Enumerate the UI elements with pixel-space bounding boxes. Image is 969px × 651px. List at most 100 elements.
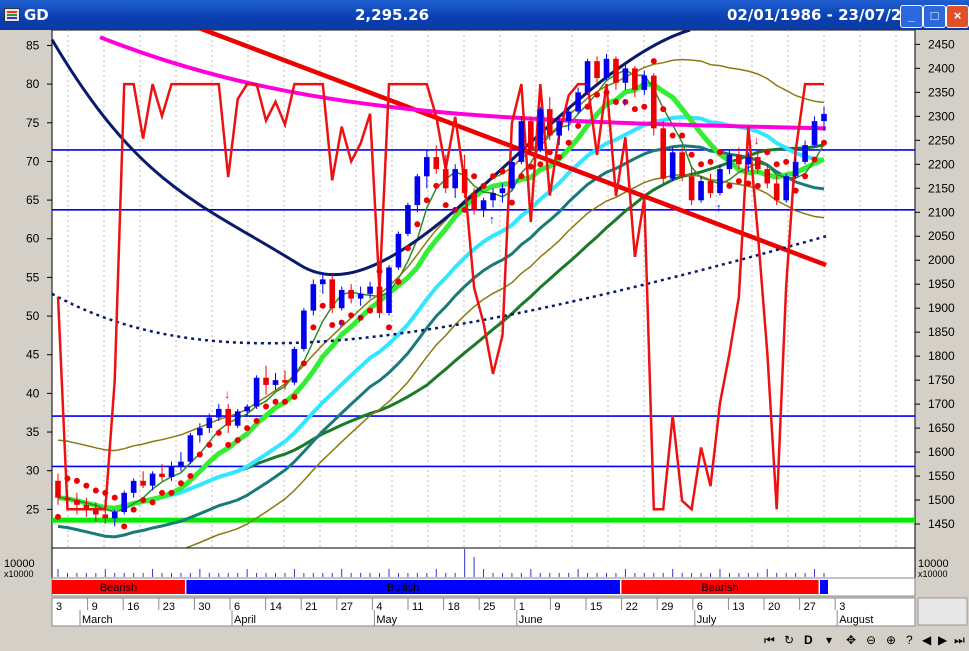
- right-tick-label: 1850: [928, 325, 955, 339]
- candle-body: [348, 289, 354, 299]
- scroll-end-icon[interactable]: ⏭: [954, 633, 965, 647]
- candle-body: [452, 169, 458, 189]
- date-day-label: 6: [234, 601, 240, 613]
- date-day-label: 3: [56, 601, 62, 613]
- date-day-label: 25: [483, 601, 495, 613]
- minimize-button[interactable]: _: [900, 5, 923, 28]
- buy-arrow-icon: ↑: [716, 200, 722, 214]
- candle-body: [329, 279, 336, 309]
- right-tick-label: 2200: [928, 157, 955, 171]
- candle-body: [613, 58, 619, 83]
- zoom-out-icon[interactable]: ⊖: [866, 633, 876, 647]
- zoom-in-icon[interactable]: ⊕: [886, 633, 896, 647]
- cursor-cross-icon[interactable]: ✥: [846, 633, 856, 647]
- candle-body: [528, 121, 534, 150]
- help-icon[interactable]: ?: [906, 633, 913, 647]
- app-icon: [4, 8, 20, 22]
- sar-dot: [442, 202, 449, 209]
- right-tick-label: 1550: [928, 469, 955, 483]
- month-label: March: [82, 614, 113, 626]
- date-day-label: 9: [554, 601, 560, 613]
- right-tick-label: 1500: [928, 493, 955, 507]
- candle-body: [745, 157, 752, 165]
- left-tick-label: 80: [26, 77, 40, 91]
- regime-segment: [820, 580, 828, 594]
- sar-dot: [55, 513, 61, 520]
- candle-body: [556, 121, 563, 136]
- month-label: June: [519, 614, 543, 626]
- scroll-start-icon[interactable]: ⏮: [764, 633, 775, 647]
- right-tick-label: 1950: [928, 277, 955, 291]
- date-day-label: 20: [768, 601, 780, 613]
- candle-body: [319, 279, 326, 285]
- sar-dot: [348, 312, 355, 319]
- sar-dot: [508, 199, 515, 206]
- left-tick-label: 30: [26, 464, 40, 478]
- right-tick-label: 1700: [928, 397, 955, 411]
- candle-body: [641, 75, 648, 90]
- left-tick-label: 60: [26, 232, 40, 246]
- candle-body: [480, 200, 487, 210]
- candle-body: [461, 169, 468, 194]
- date-day-label: 16: [127, 601, 139, 613]
- candle-body: [726, 154, 733, 170]
- maximize-button[interactable]: □: [923, 5, 946, 28]
- candle-body: [792, 161, 799, 177]
- sar-dot: [92, 487, 99, 494]
- sar-dot: [177, 480, 184, 487]
- sar-dot: [196, 451, 203, 458]
- candle-body: [215, 408, 222, 418]
- date-day-label: 6: [697, 601, 703, 613]
- sar-dot: [329, 321, 336, 328]
- candle-body: [367, 286, 373, 294]
- date-day-label: 9: [92, 601, 98, 613]
- candle-body: [575, 92, 581, 112]
- settings-icon[interactable]: ▾: [826, 633, 832, 647]
- sar-dot: [206, 441, 213, 448]
- candle-body: [660, 128, 667, 179]
- left-tick-label: 85: [26, 38, 40, 52]
- right-tick-label: 1800: [928, 349, 955, 363]
- candle-body: [282, 380, 288, 383]
- scroll-left-icon[interactable]: ◀: [922, 633, 932, 647]
- candle-body: [140, 480, 146, 486]
- buy-arrow-icon: ↑: [621, 95, 627, 109]
- candle-body: [509, 161, 515, 189]
- right-tick-label: 1900: [928, 301, 955, 315]
- left-tick-label: 75: [26, 116, 40, 130]
- sar-dot: [745, 180, 752, 187]
- candle-body: [499, 188, 506, 194]
- sar-dot: [698, 161, 705, 168]
- candle-body: [197, 428, 203, 436]
- left-tick-label: 45: [26, 348, 40, 362]
- sar-dot: [716, 149, 723, 156]
- candle-body: [102, 514, 109, 519]
- left-tick-label: 55: [26, 270, 40, 284]
- candle-body: [244, 406, 250, 412]
- candle-body: [83, 504, 90, 510]
- date-day-label: 11: [412, 601, 423, 613]
- sar-dot: [121, 523, 128, 530]
- right-tick-label: 2350: [928, 85, 955, 99]
- candle-body: [178, 461, 184, 467]
- sell-arrow-icon: ↓: [224, 387, 230, 401]
- candle-body: [688, 176, 695, 201]
- sar-dot: [679, 132, 686, 139]
- right-tick-label: 2400: [928, 61, 955, 75]
- sar-dot: [461, 206, 468, 213]
- sar-dot: [433, 182, 440, 189]
- stock-chart[interactable]: ↓ ↑ ↑ ↓ ↑ ↑ ↑ ↑ ↓ 85 80 75 70 65 60 55 50 45 40 35 30 25 245…: [0, 30, 969, 651]
- candle-body: [64, 497, 71, 501]
- refresh-icon[interactable]: ↻: [784, 633, 794, 647]
- scroll-right-icon[interactable]: ▶: [938, 633, 948, 647]
- sar-dot: [272, 398, 279, 405]
- candle-body: [471, 193, 477, 210]
- candle-body: [74, 500, 80, 505]
- daily-period-button[interactable]: D: [804, 633, 813, 647]
- buy-arrow-icon: ↑: [338, 316, 344, 330]
- sar-dot: [518, 173, 525, 180]
- sar-dot: [537, 161, 544, 168]
- close-button[interactable]: ×: [946, 5, 969, 28]
- candle-body: [338, 289, 345, 309]
- date-day-label: 4: [376, 601, 382, 613]
